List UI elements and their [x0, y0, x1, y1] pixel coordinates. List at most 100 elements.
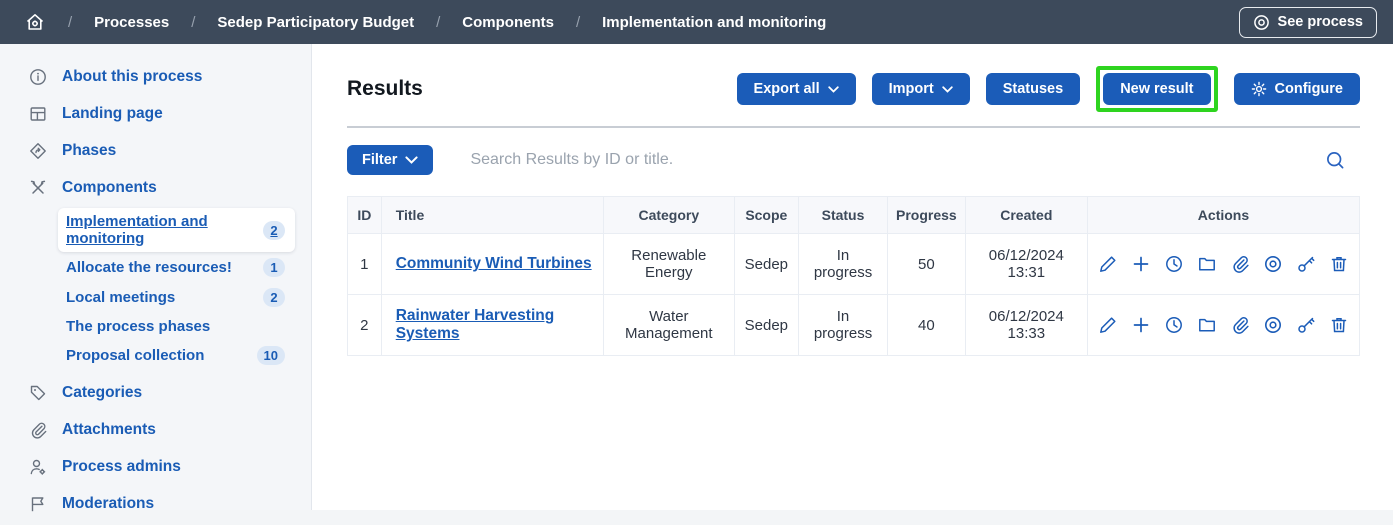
sidebar-item-about[interactable]: About this process — [0, 60, 311, 94]
sidebar-item-landing-page[interactable]: Landing page — [0, 97, 311, 131]
sidebar-item-moderations[interactable]: Moderations — [0, 487, 311, 521]
header-actions: Actions — [1087, 197, 1359, 234]
home-icon[interactable] — [24, 11, 46, 33]
sidebar-subitem-label: Implementation and monitoring — [66, 213, 263, 247]
preview-icon — [1253, 14, 1270, 31]
delete-icon[interactable] — [1329, 315, 1349, 335]
result-created: 06/12/2024 13:33 — [965, 295, 1087, 356]
tools-icon — [29, 179, 47, 197]
sidebar-item-phases[interactable]: Phases — [0, 134, 311, 168]
sidebar-item-label: Process admins — [62, 458, 181, 476]
sidebar-subitem-implementation-and-monitoring[interactable]: Implementation and monitoring 2 — [58, 208, 295, 252]
result-category: Water Management — [603, 295, 734, 356]
import-button[interactable]: Import — [872, 73, 970, 105]
results-panel: Results Export all Import Statuses — [312, 44, 1393, 510]
sidebar-item-label: Moderations — [62, 495, 154, 513]
new-result-button[interactable]: New result — [1103, 73, 1210, 105]
statuses-button[interactable]: Statuses — [986, 73, 1080, 105]
sidebar-subitem-label: The process phases — [66, 318, 210, 335]
preview-icon[interactable] — [1263, 254, 1283, 274]
sidebar-item-attachments[interactable]: Attachments — [0, 413, 311, 447]
result-id: 1 — [348, 234, 382, 295]
chevron-down-icon — [405, 156, 418, 164]
breadcrumb-components[interactable]: Components — [462, 14, 554, 31]
sidebar-item-categories[interactable]: Categories — [0, 376, 311, 410]
sidebar-subitem-label: Local meetings — [66, 289, 175, 306]
flag-icon — [29, 495, 47, 513]
row-actions — [1098, 254, 1349, 274]
preview-icon[interactable] — [1263, 315, 1283, 335]
result-title-link[interactable]: Rainwater Harvesting Systems — [396, 307, 555, 342]
count-badge: 1 — [263, 258, 285, 277]
result-progress: 40 — [888, 295, 966, 356]
sidebar-item-label: Phases — [62, 142, 116, 160]
chevron-down-icon — [942, 86, 953, 93]
attachment-icon[interactable] — [1230, 254, 1250, 274]
sidebar-subitem-proposal-collection[interactable]: Proposal collection 10 — [66, 341, 295, 370]
attachment-icon[interactable] — [1230, 315, 1250, 335]
sidebar-subitem-the-process-phases[interactable]: The process phases — [66, 313, 295, 340]
created-time: 13:31 — [976, 264, 1077, 281]
export-all-button[interactable]: Export all — [737, 73, 856, 105]
top-navigation-bar: / Processes / Sedep Participatory Budget… — [0, 0, 1393, 44]
new-result-label: New result — [1120, 81, 1193, 97]
layout-icon — [29, 105, 47, 123]
header-id: ID — [348, 197, 382, 234]
components-submenu: Implementation and monitoring 2 Allocate… — [0, 208, 311, 370]
add-icon[interactable] — [1131, 254, 1151, 274]
see-process-label: See process — [1278, 14, 1363, 30]
sidebar-item-label: About this process — [62, 68, 202, 86]
history-icon[interactable] — [1164, 315, 1184, 335]
result-id: 2 — [348, 295, 382, 356]
process-sidebar: About this process Landing page Phases — [0, 44, 312, 510]
highlight-annotation: New result — [1096, 66, 1217, 112]
folder-icon[interactable] — [1197, 315, 1217, 335]
result-created: 06/12/2024 13:31 — [965, 234, 1087, 295]
history-icon[interactable] — [1164, 254, 1184, 274]
result-progress: 50 — [888, 234, 966, 295]
result-status: In progress — [799, 295, 888, 356]
result-scope: Sedep — [734, 295, 798, 356]
created-date: 06/12/2024 — [976, 308, 1077, 325]
count-badge: 2 — [263, 288, 285, 307]
import-label: Import — [889, 81, 934, 97]
table-row: 1 Community Wind Turbines Renewable Ener… — [348, 234, 1360, 295]
folder-icon[interactable] — [1197, 254, 1217, 274]
tag-icon — [29, 384, 47, 402]
configure-label: Configure — [1275, 81, 1343, 97]
result-title-link[interactable]: Community Wind Turbines — [396, 255, 592, 272]
statuses-label: Statuses — [1003, 81, 1063, 97]
paperclip-icon — [29, 421, 47, 439]
sidebar-subitem-allocate-the-resources[interactable]: Allocate the resources! 1 — [66, 253, 295, 282]
filter-button[interactable]: Filter — [347, 145, 433, 175]
header-title: Title — [381, 197, 603, 234]
breadcrumb-separator: / — [576, 14, 580, 31]
results-toolbar: Export all Import Statuses New re — [737, 66, 1360, 112]
permissions-icon[interactable] — [1296, 315, 1316, 335]
delete-icon[interactable] — [1329, 254, 1349, 274]
sidebar-subitem-local-meetings[interactable]: Local meetings 2 — [66, 283, 295, 312]
search-icon[interactable] — [1325, 150, 1346, 171]
search-input[interactable] — [470, 151, 1325, 169]
configure-button[interactable]: Configure — [1234, 73, 1360, 105]
table-header-row: ID Title Category Scope Status Progress … — [348, 197, 1360, 234]
header-divider — [347, 126, 1360, 128]
edit-icon[interactable] — [1098, 254, 1118, 274]
permissions-icon[interactable] — [1296, 254, 1316, 274]
sidebar-item-process-admins[interactable]: Process admins — [0, 450, 311, 484]
edit-icon[interactable] — [1098, 315, 1118, 335]
breadcrumb-processes[interactable]: Processes — [94, 14, 169, 31]
see-process-button[interactable]: See process — [1239, 7, 1377, 38]
table-row: 2 Rainwater Harvesting Systems Water Man… — [348, 295, 1360, 356]
breadcrumb-process-name[interactable]: Sedep Participatory Budget — [217, 14, 414, 31]
count-badge: 2 — [263, 221, 285, 240]
phases-icon — [29, 142, 47, 160]
header-category: Category — [603, 197, 734, 234]
breadcrumb-current-component[interactable]: Implementation and monitoring — [602, 14, 826, 31]
result-status: In progress — [799, 234, 888, 295]
sidebar-item-components[interactable]: Components — [0, 171, 311, 205]
chevron-down-icon — [828, 86, 839, 93]
add-icon[interactable] — [1131, 315, 1151, 335]
count-badge: 10 — [257, 346, 285, 365]
export-all-label: Export all — [754, 81, 820, 97]
